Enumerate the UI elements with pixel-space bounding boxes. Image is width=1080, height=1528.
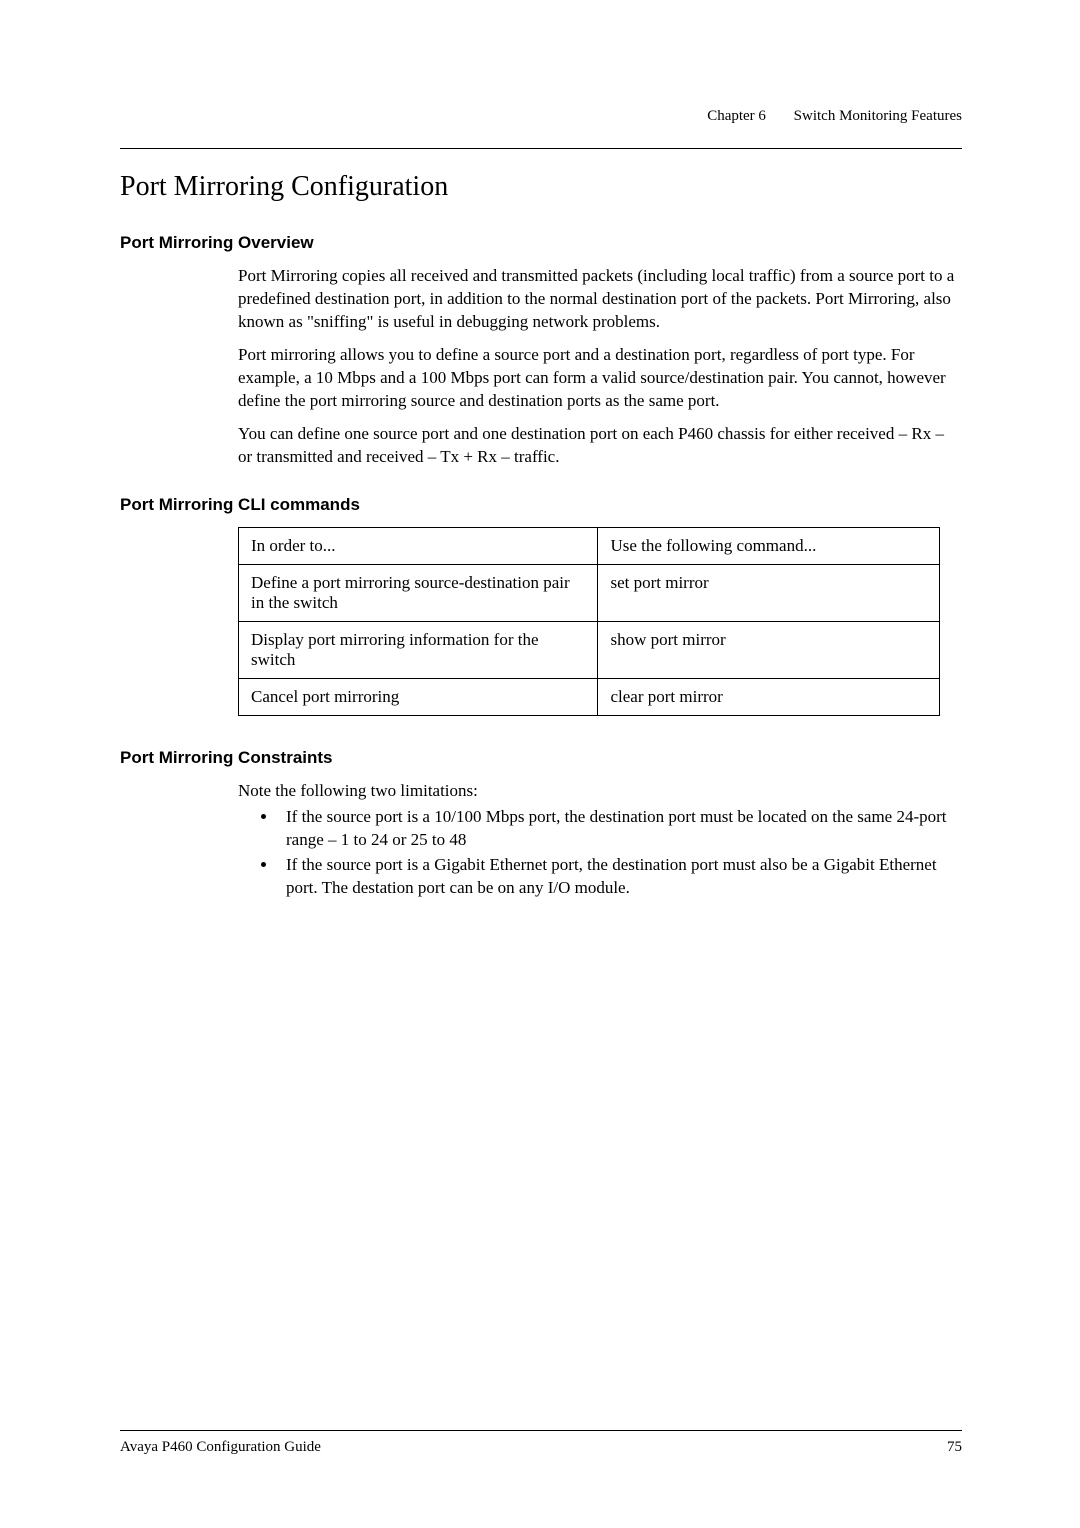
table-cell-right: clear port mirror: [598, 678, 940, 715]
table-cell-right: set port mirror: [598, 564, 940, 621]
header-rule: [120, 148, 962, 149]
table-row: Display port mirroring information for t…: [239, 621, 940, 678]
table-header-right: Use the following command...: [598, 527, 940, 564]
cli-heading: Port Mirroring CLI commands: [120, 495, 962, 515]
constraints-list: If the source port is a 10/100 Mbps port…: [278, 806, 962, 900]
table-header-row: In order to... Use the following command…: [239, 527, 940, 564]
overview-paragraph-2: Port mirroring allows you to define a so…: [238, 344, 962, 413]
cli-commands-table: In order to... Use the following command…: [238, 527, 940, 716]
constraints-heading: Port Mirroring Constraints: [120, 748, 962, 768]
table-row: Define a port mirroring source-destinati…: [239, 564, 940, 621]
table-cell-left: Define a port mirroring source-destinati…: [239, 564, 598, 621]
overview-paragraph-3: You can define one source port and one d…: [238, 423, 962, 469]
chapter-title: Switch Monitoring Features: [794, 108, 962, 124]
footer-page-number: 75: [947, 1439, 962, 1456]
chapter-header: Chapter 6 Switch Monitoring Features: [120, 108, 962, 125]
chapter-number: Chapter 6: [707, 108, 766, 124]
constraints-intro: Note the following two limitations:: [238, 780, 962, 803]
list-item: If the source port is a 10/100 Mbps port…: [278, 806, 962, 852]
table-cell-left: Display port mirroring information for t…: [239, 621, 598, 678]
footer-rule: [120, 1430, 962, 1431]
footer-guide-title: Avaya P460 Configuration Guide: [120, 1439, 321, 1456]
table-row: Cancel port mirroring clear port mirror: [239, 678, 940, 715]
main-heading: Port Mirroring Configuration: [120, 171, 962, 203]
table-cell-left: Cancel port mirroring: [239, 678, 598, 715]
overview-heading: Port Mirroring Overview: [120, 233, 962, 253]
table-header-left: In order to...: [239, 527, 598, 564]
table-cell-right: show port mirror: [598, 621, 940, 678]
overview-paragraph-1: Port Mirroring copies all received and t…: [238, 265, 962, 334]
page-footer: Avaya P460 Configuration Guide 75: [120, 1430, 962, 1456]
list-item: If the source port is a Gigabit Ethernet…: [278, 854, 962, 900]
